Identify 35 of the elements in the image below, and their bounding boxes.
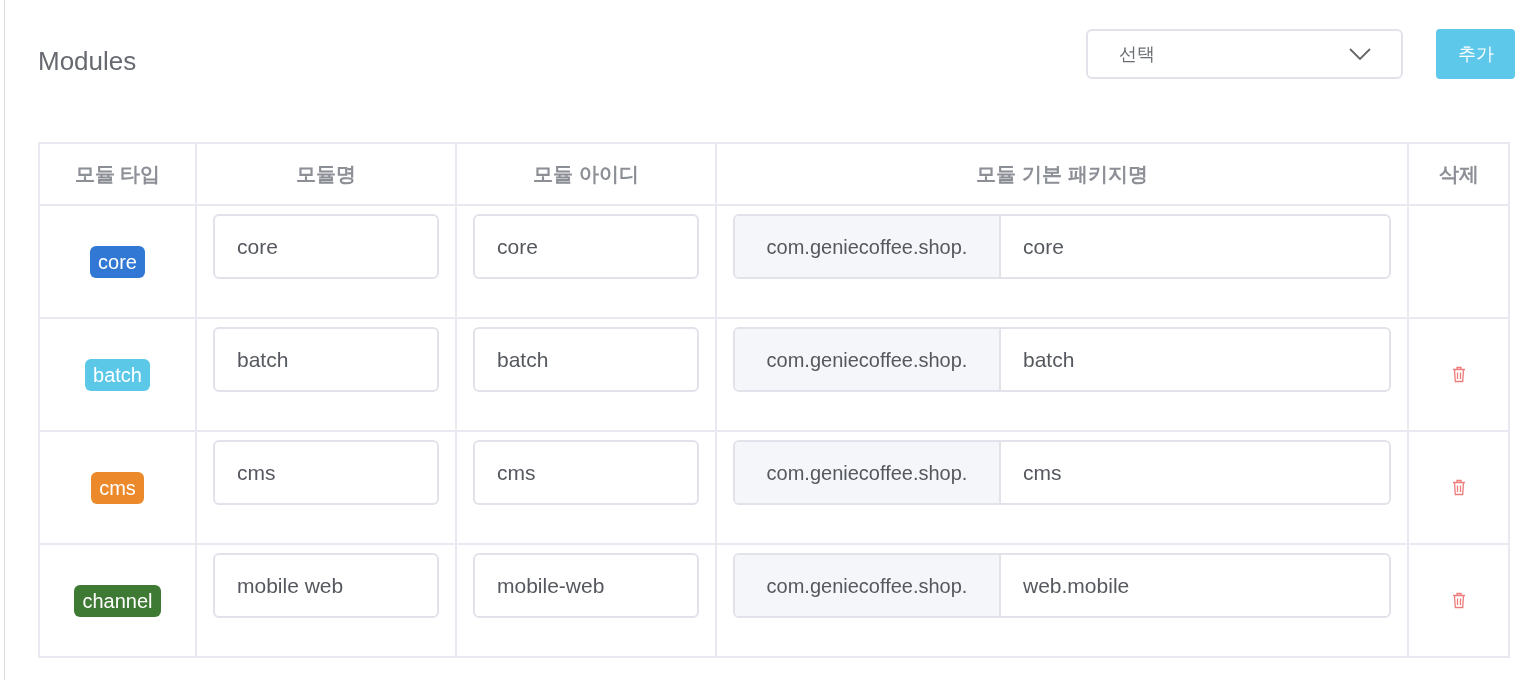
package-field[interactable]: com.geniecoffee.shop. web.mobile [733, 553, 1391, 618]
input-field[interactable]: web.mobile [1001, 555, 1389, 616]
package-field[interactable]: com.geniecoffee.shop. batch [733, 327, 1391, 392]
type-badge: core [90, 245, 145, 278]
section-title: Modules [38, 44, 138, 78]
input-field[interactable]: batch [473, 327, 699, 392]
package-prefix: com.geniecoffee.shop. [735, 442, 1001, 503]
input-field[interactable]: core [473, 214, 699, 279]
trash-icon[interactable] [1451, 479, 1466, 496]
chevron-down-icon [1349, 48, 1371, 60]
trash-icon[interactable] [1451, 366, 1466, 383]
input-field[interactable]: batch [1001, 329, 1389, 390]
type-badge: channel [74, 584, 161, 617]
input-field[interactable]: core [213, 214, 439, 279]
trash-icon[interactable] [1451, 592, 1466, 609]
input-field[interactable]: mobile web [213, 553, 439, 618]
input-field[interactable]: core [1001, 216, 1389, 277]
type-badge: cms [91, 471, 144, 504]
column-header: 모듈명 [296, 162, 356, 187]
package-prefix: com.geniecoffee.shop. [735, 329, 1001, 390]
column-header: 모듈 아이디 [533, 162, 639, 187]
package-prefix: com.geniecoffee.shop. [735, 555, 1001, 616]
type-badge: batch [85, 358, 150, 391]
input-field[interactable]: cms [1001, 442, 1389, 503]
input-field[interactable]: mobile-web [473, 553, 699, 618]
package-field[interactable]: com.geniecoffee.shop. core [733, 214, 1391, 279]
select-dropdown[interactable]: 선택 [1086, 29, 1403, 79]
package-prefix: com.geniecoffee.shop. [735, 216, 1001, 277]
input-field[interactable]: cms [473, 440, 699, 505]
input-field[interactable]: batch [213, 327, 439, 392]
input-field[interactable]: cms [213, 440, 439, 505]
column-header: 삭제 [1438, 162, 1479, 187]
package-field[interactable]: com.geniecoffee.shop. cms [733, 440, 1391, 505]
column-header: 모듈 타입 [74, 162, 161, 187]
column-header: 모듈 기본 패키지명 [976, 162, 1148, 187]
